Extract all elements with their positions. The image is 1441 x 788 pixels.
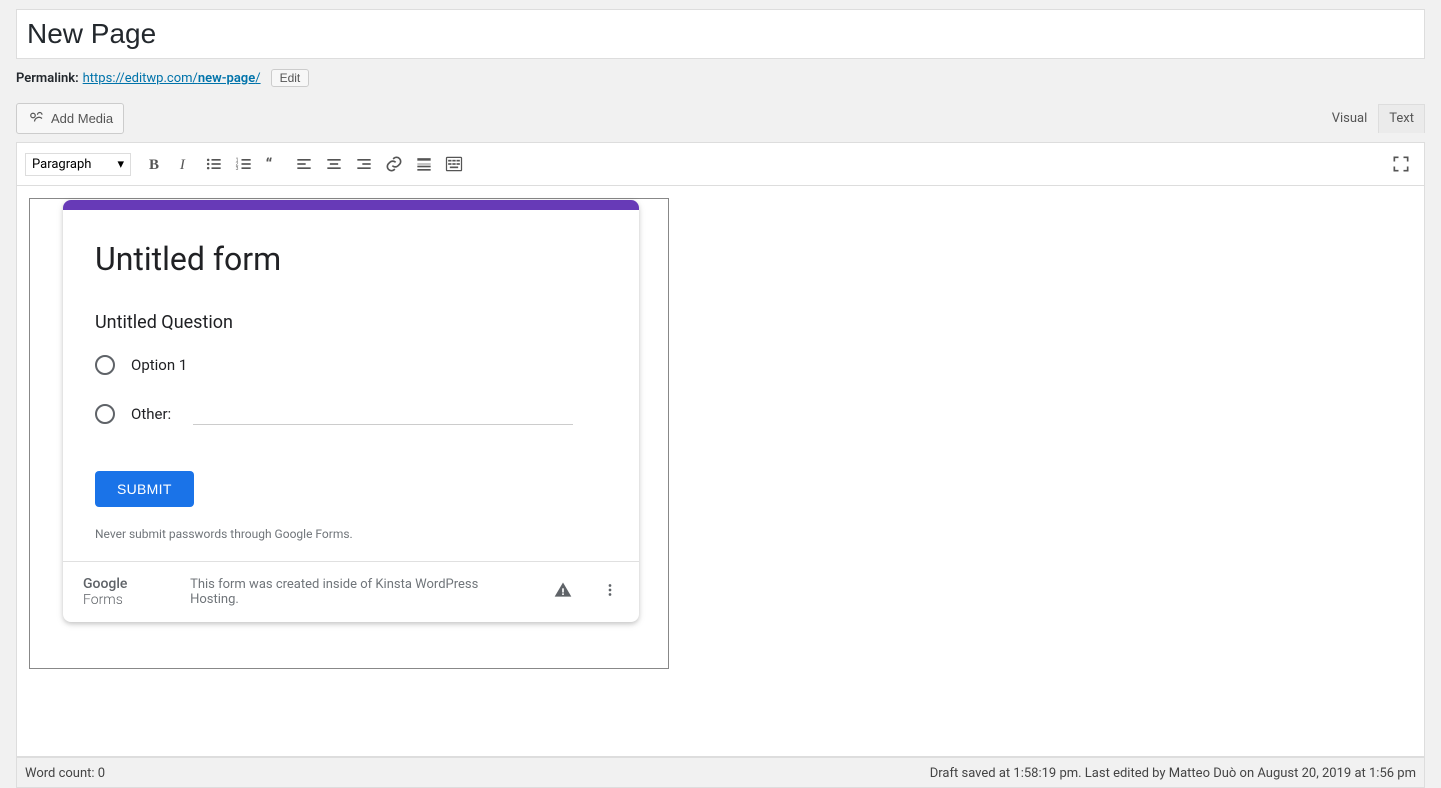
word-count: Word count: 0 bbox=[25, 766, 105, 781]
warning-triangle-icon[interactable] bbox=[553, 580, 573, 604]
editor-body[interactable]: Untitled form Untitled Question Option 1… bbox=[17, 186, 1424, 756]
add-media-label: Add Media bbox=[51, 111, 113, 126]
format-selector[interactable]: Paragraph ▾ bbox=[25, 153, 131, 176]
align-center-button[interactable] bbox=[319, 149, 349, 179]
form-option-other[interactable]: Other: bbox=[95, 403, 607, 425]
form-footer-text: This form was created inside of Kinsta W… bbox=[190, 577, 497, 607]
google-forms-logo[interactable]: Google Forms bbox=[83, 576, 162, 608]
editor-tabs: Visual Text bbox=[1321, 104, 1425, 133]
align-left-button[interactable] bbox=[289, 149, 319, 179]
form-question: Untitled Question bbox=[95, 312, 607, 333]
permalink-edit-button[interactable]: Edit bbox=[271, 69, 310, 87]
last-edit-status: Draft saved at 1:58:19 pm. Last edited b… bbox=[930, 766, 1416, 781]
svg-text:B: B bbox=[149, 157, 159, 173]
svg-text:“: “ bbox=[266, 156, 273, 174]
editor-container: Paragraph ▾ B I 123 “ Untitled form bbox=[16, 142, 1425, 757]
link-button[interactable] bbox=[379, 149, 409, 179]
google-form-card: Untitled form Untitled Question Option 1… bbox=[63, 200, 639, 622]
permalink-link[interactable]: https://editwp.com/new-page/ bbox=[83, 71, 261, 86]
blockquote-button[interactable]: “ bbox=[259, 149, 289, 179]
numbered-list-button[interactable]: 123 bbox=[229, 149, 259, 179]
toolbar-toggle-button[interactable] bbox=[439, 149, 469, 179]
radio-icon[interactable] bbox=[95, 404, 115, 424]
permalink-label: Permalink: bbox=[16, 71, 79, 86]
format-selector-label: Paragraph bbox=[32, 157, 91, 172]
permalink-row: Permalink: https://editwp.com/new-page/ … bbox=[16, 59, 1425, 87]
svg-text:I: I bbox=[179, 157, 186, 173]
bold-button[interactable]: B bbox=[139, 149, 169, 179]
form-footer: Google Forms This form was created insid… bbox=[63, 561, 639, 622]
permalink-trail: / bbox=[255, 71, 260, 86]
svg-text:3: 3 bbox=[236, 166, 239, 172]
italic-button[interactable]: I bbox=[169, 149, 199, 179]
permalink-base: https://editwp.com/ bbox=[83, 71, 198, 86]
form-title: Untitled form bbox=[95, 240, 607, 278]
editor-status-bar: Word count: 0 Draft saved at 1:58:19 pm.… bbox=[16, 757, 1425, 788]
form-accent-bar bbox=[63, 200, 639, 210]
form-option-other-label: Other: bbox=[131, 405, 171, 423]
media-icon bbox=[27, 108, 45, 129]
form-warning-text: Never submit passwords through Google Fo… bbox=[95, 527, 607, 541]
align-right-button[interactable] bbox=[349, 149, 379, 179]
form-submit-button[interactable]: SUBMIT bbox=[95, 471, 194, 507]
page-title-input[interactable] bbox=[16, 9, 1425, 59]
tab-visual[interactable]: Visual bbox=[1321, 104, 1379, 133]
other-text-input[interactable] bbox=[193, 403, 573, 425]
form-option-1[interactable]: Option 1 bbox=[95, 355, 607, 375]
permalink-slug: new-page bbox=[198, 71, 255, 86]
form-option-1-label: Option 1 bbox=[131, 356, 187, 374]
tab-text[interactable]: Text bbox=[1378, 104, 1425, 133]
radio-icon[interactable] bbox=[95, 355, 115, 375]
more-vertical-icon[interactable] bbox=[601, 581, 619, 603]
fullscreen-button[interactable] bbox=[1386, 149, 1416, 179]
insert-more-button[interactable] bbox=[409, 149, 439, 179]
editor-toolbar: Paragraph ▾ B I 123 “ bbox=[17, 143, 1424, 186]
embedded-iframe-box[interactable]: Untitled form Untitled Question Option 1… bbox=[29, 198, 669, 669]
chevron-down-icon: ▾ bbox=[117, 157, 124, 172]
add-media-button[interactable]: Add Media bbox=[16, 103, 124, 134]
bullet-list-button[interactable] bbox=[199, 149, 229, 179]
